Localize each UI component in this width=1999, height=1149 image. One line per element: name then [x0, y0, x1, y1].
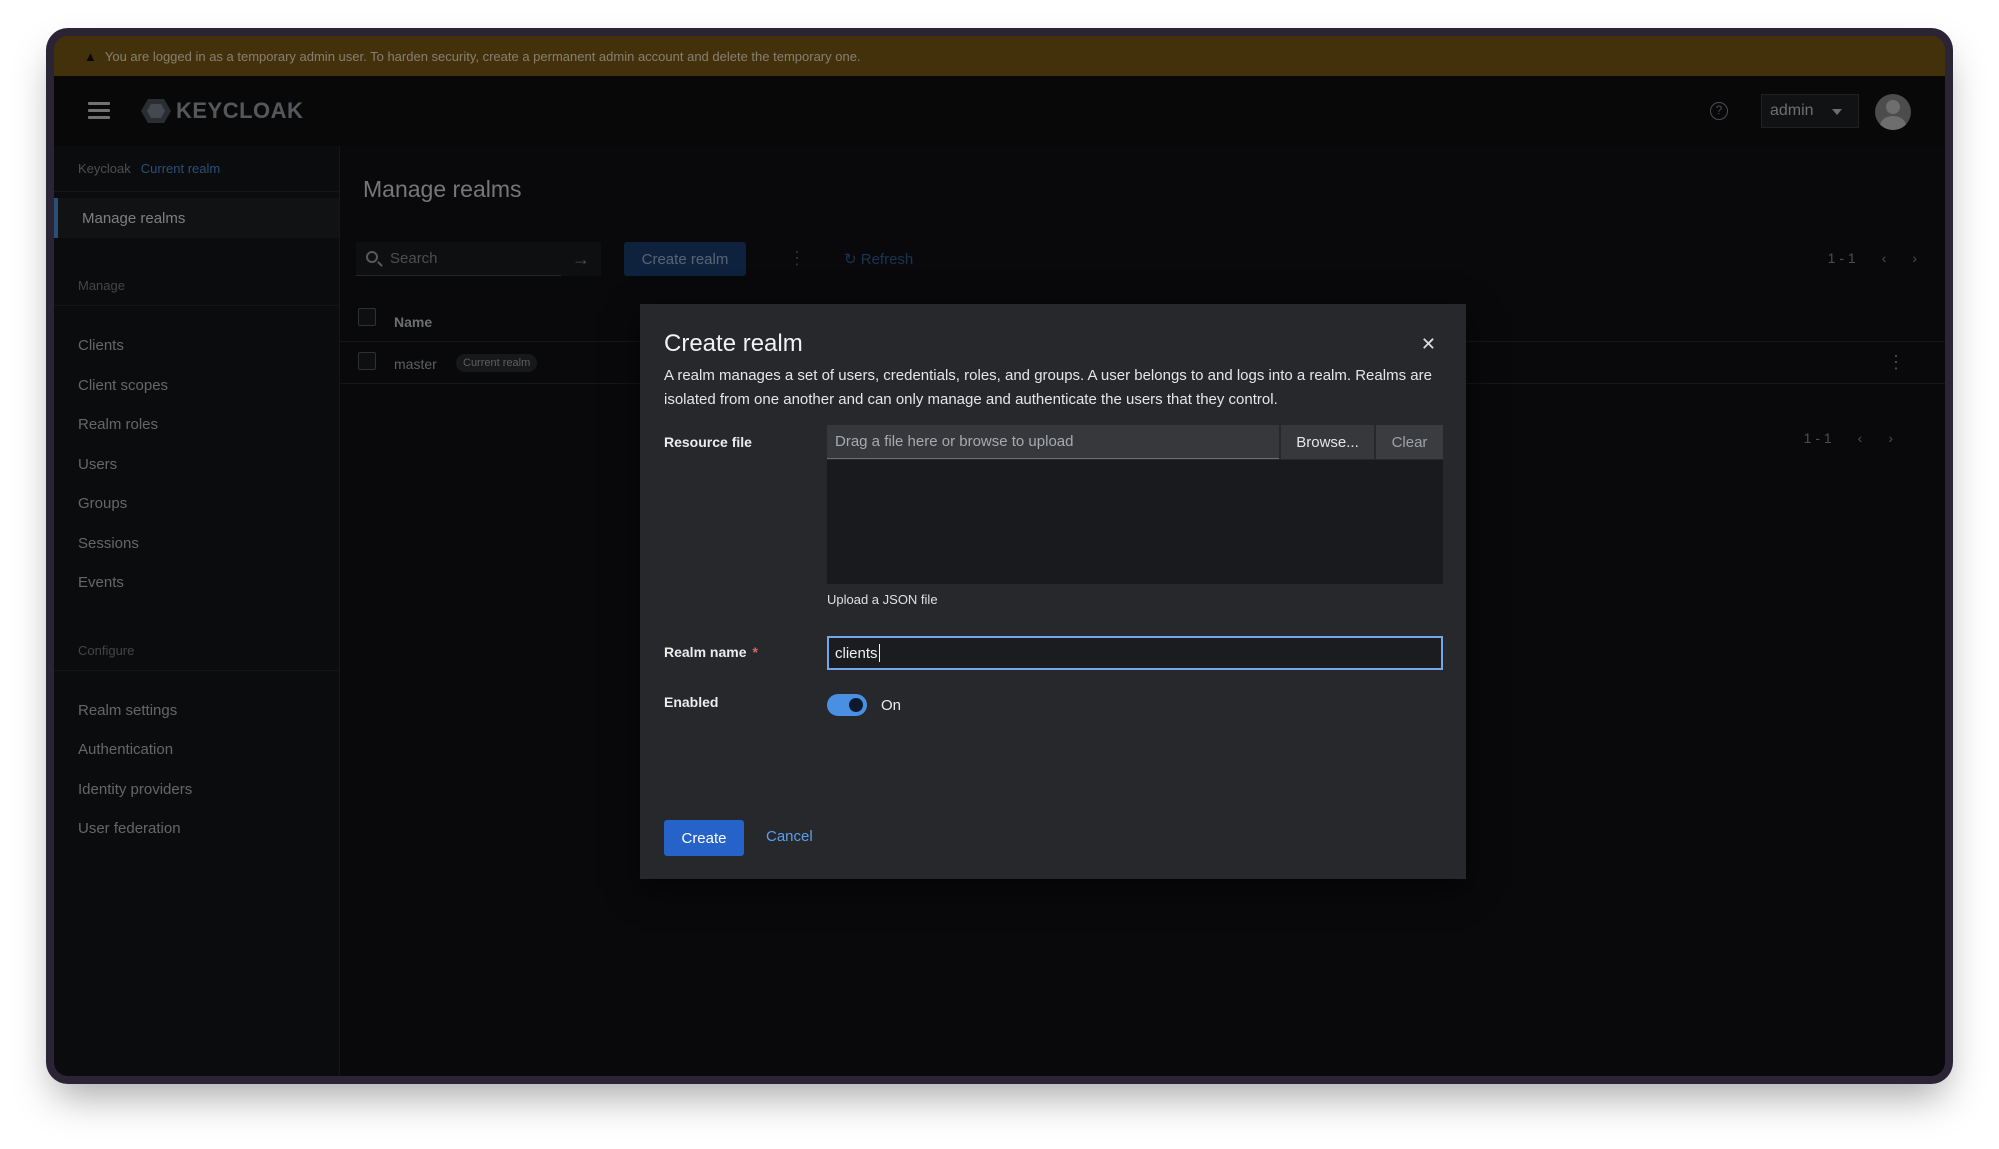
- realm-name-label: Realm name *: [664, 644, 758, 660]
- realm-name-value: clients: [835, 644, 878, 662]
- file-content-textarea[interactable]: [827, 460, 1443, 584]
- enabled-toggle[interactable]: [827, 694, 867, 716]
- enabled-label: Enabled: [664, 694, 719, 710]
- modal-description: A realm manages a set of users, credenti…: [664, 367, 1432, 408]
- realm-name-input[interactable]: clients: [827, 636, 1443, 670]
- app-window: ▲ You are logged in as a temporary admin…: [54, 36, 1945, 1076]
- enabled-state: On: [881, 697, 902, 714]
- browse-button[interactable]: Browse...: [1280, 425, 1374, 459]
- create-realm-modal: Create realm ✕ A realm manages a set of …: [640, 304, 1466, 879]
- clear-button[interactable]: Clear: [1375, 425, 1443, 459]
- realm-name-label-text: Realm name: [664, 644, 747, 660]
- toggle-knob: [849, 698, 863, 712]
- cancel-button[interactable]: Cancel: [766, 828, 813, 845]
- create-button[interactable]: Create: [664, 820, 744, 856]
- required-indicator: *: [752, 644, 758, 660]
- upload-helper-text: Upload a JSON file: [827, 592, 938, 607]
- text-cursor: [878, 644, 880, 662]
- modal-title: Create realm: [664, 330, 803, 357]
- close-icon[interactable]: ✕: [1421, 334, 1436, 355]
- file-upload-input[interactable]: Drag a file here or browse to upload: [827, 425, 1279, 459]
- resource-file-label: Resource file: [664, 434, 752, 450]
- file-placeholder: Drag a file here or browse to upload: [835, 433, 1074, 450]
